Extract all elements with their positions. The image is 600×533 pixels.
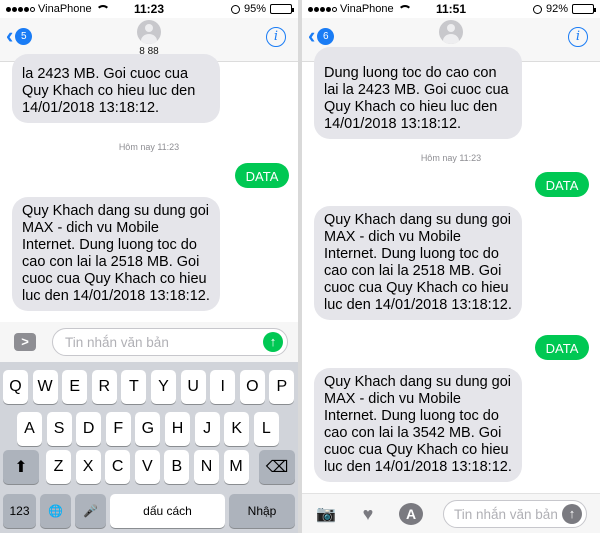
received-message: Quy Khach dang su dung goi MAX - dich vu… [314,368,522,482]
received-message: Quy Khach dang su dung goi MAX - dich vu… [314,206,522,320]
sent-message: DATA [535,335,589,360]
info-icon[interactable]: i [568,27,588,47]
battery-icon [572,4,596,14]
key-m[interactable]: M [223,450,249,484]
key-i[interactable]: I [210,370,236,404]
key-t[interactable]: T [121,370,147,404]
keyboard: QWERTYUIOP ASDFGHJKL ZXCVBNM ⬆ ⌫ 123 🌐 🎤… [0,362,298,533]
send-button[interactable]: ↑ [263,332,283,352]
shift-key[interactable]: ⬆ [3,450,39,484]
back-button[interactable]: ‹ 5 [6,23,33,48]
info-icon[interactable]: i [266,27,286,47]
status-right: 92% [532,3,596,15]
key-c[interactable]: C [105,450,131,484]
key-h[interactable]: H [165,412,190,446]
send-button[interactable]: ↑ [562,504,582,524]
unread-badge: 5 [15,27,33,45]
message-input-placeholder: Tin nhắn văn bản [65,335,169,350]
received-message-partial: la 2423 MB. Goi cuoc cua Quy Khach co hi… [12,54,220,123]
unread-badge: 6 [317,27,335,45]
key-f[interactable]: F [105,412,131,446]
sent-message: DATA [235,163,289,188]
key-l[interactable]: L [253,412,279,446]
space-key[interactable]: dấu cách [110,494,225,528]
camera-icon[interactable]: 📷 [314,504,338,524]
key-u[interactable]: U [180,370,206,404]
battery-icon [270,4,294,14]
key-q[interactable]: Q [3,370,28,404]
chevron-left-icon: ‹ [308,23,316,48]
key-e[interactable]: E [62,370,88,404]
key-j[interactable]: J [194,412,220,446]
key-g[interactable]: G [135,412,161,446]
key-w[interactable]: W [32,370,58,404]
key-a[interactable]: A [17,412,42,446]
key-b[interactable]: B [164,450,190,484]
alarm-icon [230,4,240,14]
battery-percent: 92% [545,3,568,15]
key-n[interactable]: N [194,450,219,484]
app-store-icon[interactable]: A [399,503,423,525]
status-bar: VinaPhone 11:51 92% [302,0,600,18]
globe-key[interactable]: 🌐 [40,494,71,528]
received-message-partial: Dung luong toc do cao con lai la 2423 MB… [314,47,522,139]
received-message: Quy Khach dang su dung goi MAX - dich vu… [12,197,220,311]
key-o[interactable]: O [239,370,265,404]
right-screenshot: VinaPhone 11:51 92% ‹ 6 8 88 i Dung luon… [302,0,600,533]
message-input-bar: > Tin nhắn văn bản ↑ [0,322,298,362]
digital-touch-icon[interactable]: ♥ [356,504,380,524]
contact-avatar[interactable] [439,20,463,44]
expand-apps-button[interactable]: > [14,333,36,351]
key-z[interactable]: Z [46,450,71,484]
status-right: 95% [230,3,294,15]
key-v[interactable]: V [134,450,160,484]
contact-avatar[interactable] [137,20,161,44]
mic-key[interactable]: 🎤 [75,494,106,528]
message-timestamp: Hôm nay 11:23 [420,153,482,163]
key-s[interactable]: S [46,412,72,446]
alarm-icon [532,4,542,14]
key-d[interactable]: D [76,412,102,446]
delete-key[interactable]: ⌫ [259,450,295,484]
chevron-left-icon: ‹ [6,23,14,48]
key-k[interactable]: K [224,412,250,446]
key-r[interactable]: R [91,370,117,404]
key-y[interactable]: Y [151,370,176,404]
message-input-bar: 📷 ♥ A Tin nhắn văn bản ↑ [302,493,600,533]
battery-percent: 95% [243,3,266,15]
left-screenshot: VinaPhone 11:23 95% ‹ 5 8 88 i la 2423 M… [0,0,298,533]
key-x[interactable]: X [75,450,101,484]
sent-message: DATA [535,172,589,197]
back-button[interactable]: ‹ 6 [308,23,335,48]
numbers-key[interactable]: 123 [3,494,36,528]
status-bar: VinaPhone 11:23 95% [0,0,298,18]
message-input[interactable]: Tin nhắn văn bản [52,328,288,356]
return-key[interactable]: Nhập [229,494,295,528]
key-p[interactable]: P [269,370,295,404]
message-input-placeholder: Tin nhắn văn bản [454,507,558,522]
message-timestamp: Hôm nay 11:23 [118,142,180,152]
